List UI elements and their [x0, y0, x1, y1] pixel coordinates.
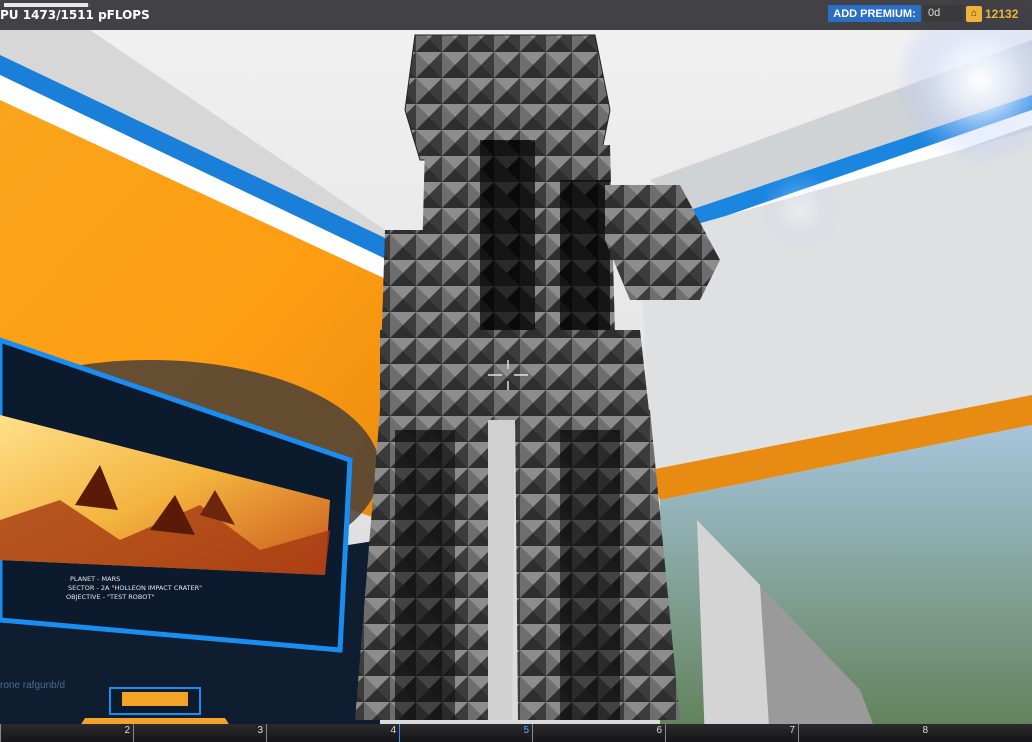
monitor-line-2: SECTOR - 2A "HOLLEON IMPACT CRATER" [68, 584, 202, 592]
hotbar-slot-7[interactable]: 7 [665, 724, 798, 742]
currency-value: 12132 [985, 6, 1019, 21]
premium-days-value: 0d [923, 5, 963, 22]
monitor-line-3: OBJECTIVE - "TEST ROBOT" [66, 593, 154, 601]
robit-icon: ⌂ [966, 5, 982, 22]
hotbar-slot-2[interactable]: 2 [0, 724, 133, 742]
crosshair-icon [488, 360, 528, 390]
hotbar-slot-6[interactable]: 6 [532, 724, 665, 742]
cpu-usage-fill [4, 3, 88, 7]
hotbar-slot-3[interactable]: 3 [133, 724, 266, 742]
monitor-line-1: PLANET - MARS [70, 575, 120, 583]
currency-display[interactable]: ⌂ 12132 [966, 4, 1018, 23]
hotbar: 2345678 [0, 724, 1032, 742]
hotbar-slot-5[interactable]: 5 [399, 724, 532, 742]
hud-top-bar: PU 1473/1511 pFLOPS ADD PREMIUM: 0d ⌂ 12… [0, 0, 1032, 30]
add-premium-button[interactable]: ADD PREMIUM: [828, 5, 921, 22]
hotbar-slot-8[interactable]: 8 [798, 724, 931, 742]
cpu-usage-bar [4, 3, 90, 7]
hotbar-slot-4[interactable]: 4 [266, 724, 399, 742]
watermark-link: rone rafgunb/d [0, 680, 66, 691]
cpu-usage-label: PU 1473/1511 pFLOPS [0, 8, 150, 22]
